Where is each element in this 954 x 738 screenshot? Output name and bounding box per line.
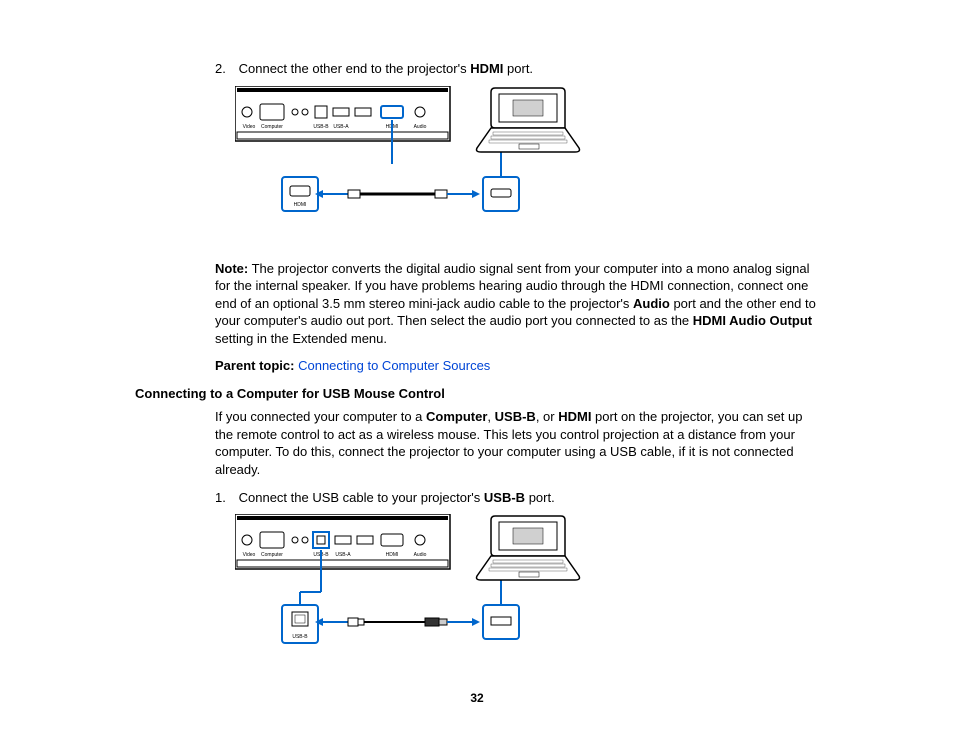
svg-text:HDMI: HDMI [386,552,399,558]
document-page: 2. Connect the other end to the projecto… [0,0,954,738]
page-number: 32 [0,690,954,706]
svg-text:Video: Video [243,552,256,558]
parent-topic: Parent topic: Connecting to Computer Sou… [215,357,819,375]
note-block: Note: The projector converts the digital… [215,260,819,348]
section-heading: Connecting to a Computer for USB Mouse C… [135,385,819,403]
svg-text:USB-B: USB-B [292,634,308,640]
svg-text:Computer: Computer [261,124,283,130]
hdmi-diagram-svg: Video Computer USB-B USB-A HDMI Audio HD… [235,86,605,246]
svg-text:Audio: Audio [414,552,427,558]
parent-topic-label: Parent topic: [215,358,294,373]
intro-paragraph: If you connected your computer to a Comp… [215,408,819,478]
step-number: 2. [215,60,235,78]
step-2: 2. Connect the other end to the projecto… [215,60,819,78]
step-text: Connect the USB cable to your projector'… [239,490,555,505]
note-label: Note: [215,261,248,276]
svg-text:Computer: Computer [261,552,283,558]
step-text: Connect the other end to the projector's… [239,61,533,76]
svg-text:Video: Video [243,124,256,130]
svg-text:USB-A: USB-A [333,124,349,130]
svg-text:HDMI: HDMI [294,202,307,208]
step-1: 1. Connect the USB cable to your project… [215,489,819,507]
figure-usb-connection: Video Computer USB-B USB-A HDMI Audio US… [235,514,819,674]
svg-text:USB-B: USB-B [313,124,329,130]
figure-hdmi-connection: Video Computer USB-B USB-A HDMI Audio HD… [235,86,819,246]
usb-diagram-svg: Video Computer USB-B USB-A HDMI Audio US… [235,514,605,674]
svg-text:Audio: Audio [414,124,427,130]
parent-topic-link[interactable]: Connecting to Computer Sources [298,358,490,373]
step-number: 1. [215,489,235,507]
svg-text:USB-A: USB-A [335,552,351,558]
